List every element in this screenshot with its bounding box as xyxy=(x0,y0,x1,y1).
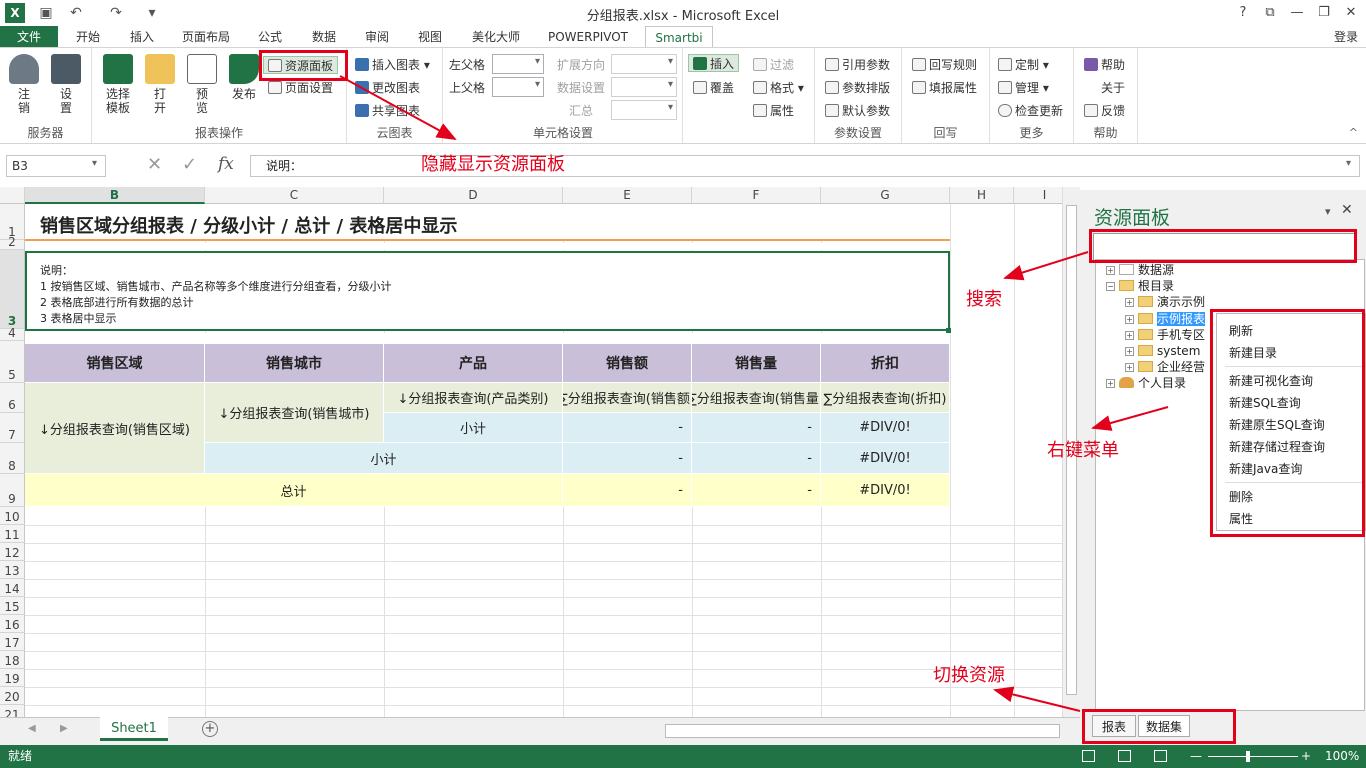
annotation-context-menu: 右键菜单 xyxy=(1047,440,1119,461)
annotation-toggle-panel: 隐藏显示资源面板 xyxy=(421,154,565,175)
annotation-switch-resource: 切换资源 xyxy=(933,665,1005,686)
annotation-search: 搜索 xyxy=(966,289,1002,310)
annotation-arrows xyxy=(339,75,1169,712)
